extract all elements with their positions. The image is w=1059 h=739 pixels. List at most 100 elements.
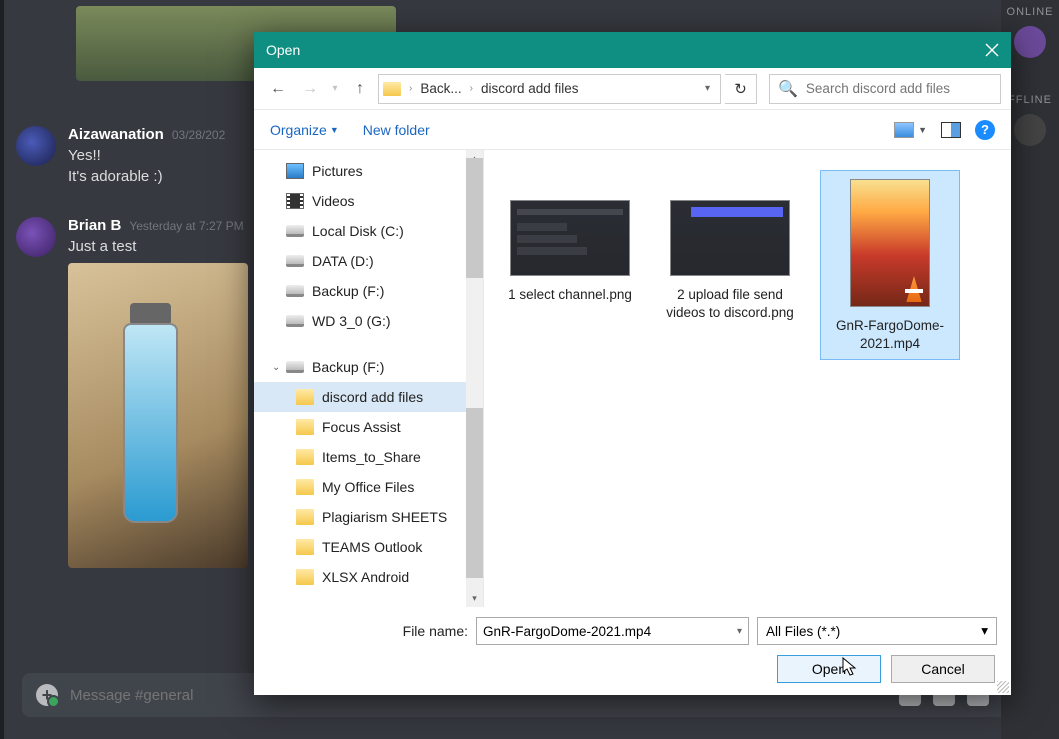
preview-pane-button[interactable] [941,122,961,138]
file-thumbnail [670,200,790,276]
tree-item[interactable]: discord add files [254,382,483,412]
file-open-dialog: Open ← → ▾ ↑ › Back... › discord add fil… [254,32,1011,695]
open-button[interactable]: Open [777,655,881,683]
file-label: 2 upload file send videos to discord.png [660,286,800,328]
tree-item[interactable]: Videos [254,186,483,216]
tree-item-label: Focus Assist [322,419,401,435]
tree-item-label: My Office Files [322,479,414,495]
message-timestamp: 03/28/202 [172,128,225,142]
member-avatar[interactable] [1014,114,1046,146]
chevron-down-icon: ▼ [918,125,927,135]
breadcrumb-segment[interactable]: Back... [420,81,461,96]
filename-label: File name: [268,623,468,639]
avatar[interactable] [16,217,56,257]
pic-icon [286,163,304,179]
file-item[interactable]: 2 upload file send videos to discord.png [660,170,800,328]
folder-icon [296,479,314,495]
username[interactable]: Aizawanation [68,126,164,143]
file-type-filter[interactable]: All Files (*.*) ▾ [757,617,997,645]
tree-item-label: Pictures [312,163,363,179]
tree-item[interactable]: TEAMS Outlook [254,532,483,562]
expander-icon[interactable]: ⌄ [272,362,280,373]
member-avatar[interactable] [1014,26,1046,58]
nav-recent-dropdown[interactable]: ▾ [328,75,342,103]
drive-icon [286,285,304,297]
attach-button[interactable]: + [36,684,58,706]
search-icon: 🔍 [778,79,798,99]
address-bar-row: ← → ▾ ↑ › Back... › discord add files ▾ … [254,68,1011,110]
folder-icon [296,419,314,435]
tree-item-label: discord add files [322,389,423,405]
folder-icon [296,569,314,585]
chevron-down-icon[interactable]: ▾ [737,626,742,637]
breadcrumb-bar[interactable]: › Back... › discord add files ▾ [378,74,721,104]
search-box[interactable]: 🔍 [769,74,1001,104]
refresh-button[interactable]: ↻ [725,74,757,104]
thumbnail-icon [894,122,914,138]
file-item[interactable]: GnR-FargoDome-2021.mp4 [820,170,960,360]
tree-item[interactable]: Items_to_Share [254,442,483,472]
filename-input[interactable]: GnR-FargoDome-2021.mp4 ▾ [476,617,749,645]
search-input[interactable] [806,81,992,96]
scroll-down-icon[interactable]: ▾ [466,590,483,607]
view-mode-button[interactable]: ▼ [894,122,927,138]
new-folder-button[interactable]: New folder [363,122,430,138]
online-label: ONLINE [1001,6,1059,18]
drive-icon [286,361,304,373]
folder-icon [383,82,401,96]
file-grid[interactable]: 1 select channel.png 2 upload file send v… [484,150,1011,607]
tree-item[interactable]: DATA (D:) [254,246,483,276]
tree-item[interactable]: Plagiarism SHEETS [254,502,483,532]
dialog-footer: File name: GnR-FargoDome-2021.mp4 ▾ All … [254,607,1011,695]
file-thumbnail [510,200,630,276]
vid-icon [286,193,304,209]
drive-icon [286,225,304,237]
avatar[interactable] [16,126,56,166]
tree-item[interactable]: Local Disk (C:) [254,216,483,246]
tree-item[interactable]: WD 3_0 (G:) [254,306,483,336]
folder-tree[interactable]: Pictures Videos Local Disk (C:) DATA (D:) Ba… [254,150,484,607]
message-timestamp: Yesterday at 7:27 PM [129,219,243,233]
file-item[interactable]: 1 select channel.png [500,170,640,310]
nav-back-button[interactable]: ← [264,75,292,103]
tree-item[interactable]: ⌄ Backup (F:) [254,352,483,382]
chevron-down-icon[interactable]: ▾ [981,623,988,639]
tree-item-label: Backup (F:) [312,359,384,375]
organize-menu[interactable]: Organize ▼ [270,122,339,138]
chevron-right-icon[interactable]: › [466,83,477,94]
nav-forward-button[interactable]: → [296,75,324,103]
tree-item-label: Plagiarism SHEETS [322,509,447,525]
username[interactable]: Brian B [68,217,121,234]
file-thumbnail [850,179,930,307]
tree-item-label: Items_to_Share [322,449,421,465]
help-icon[interactable]: ? [975,120,995,140]
file-label: 1 select channel.png [500,286,640,310]
chat-image-bottle[interactable] [68,263,248,568]
tree-item[interactable]: XLSX Android [254,562,483,592]
scroll-thumb[interactable] [466,408,483,578]
tree-item-label: Backup (F:) [312,283,384,299]
breadcrumb-dropdown-icon[interactable]: ▾ [699,83,716,94]
tree-item-label: Local Disk (C:) [312,223,404,239]
dialog-content: Pictures Videos Local Disk (C:) DATA (D:) Ba… [254,150,1011,607]
folder-icon [296,389,314,405]
resize-grip-icon[interactable] [997,681,1009,693]
folder-icon [296,509,314,525]
dialog-toolbar: Organize ▼ New folder ▼ ? [254,110,1011,150]
scroll-thumb[interactable] [466,158,483,278]
dialog-titlebar[interactable]: Open [254,32,1011,68]
close-icon[interactable] [985,43,999,57]
tree-item[interactable]: Backup (F:) [254,276,483,306]
tree-item[interactable]: Pictures [254,156,483,186]
cancel-button[interactable]: Cancel [891,655,995,683]
tree-item[interactable]: My Office Files [254,472,483,502]
chevron-right-icon[interactable]: › [405,83,416,94]
tree-item-label: XLSX Android [322,569,409,585]
tree-scrollbar[interactable]: ▴ ▾ [466,150,483,607]
dialog-title: Open [266,42,300,58]
drive-icon [286,315,304,327]
nav-up-button[interactable]: ↑ [346,75,374,103]
tree-item-label: WD 3_0 (G:) [312,313,391,329]
breadcrumb-segment[interactable]: discord add files [481,81,579,96]
tree-item[interactable]: Focus Assist [254,412,483,442]
